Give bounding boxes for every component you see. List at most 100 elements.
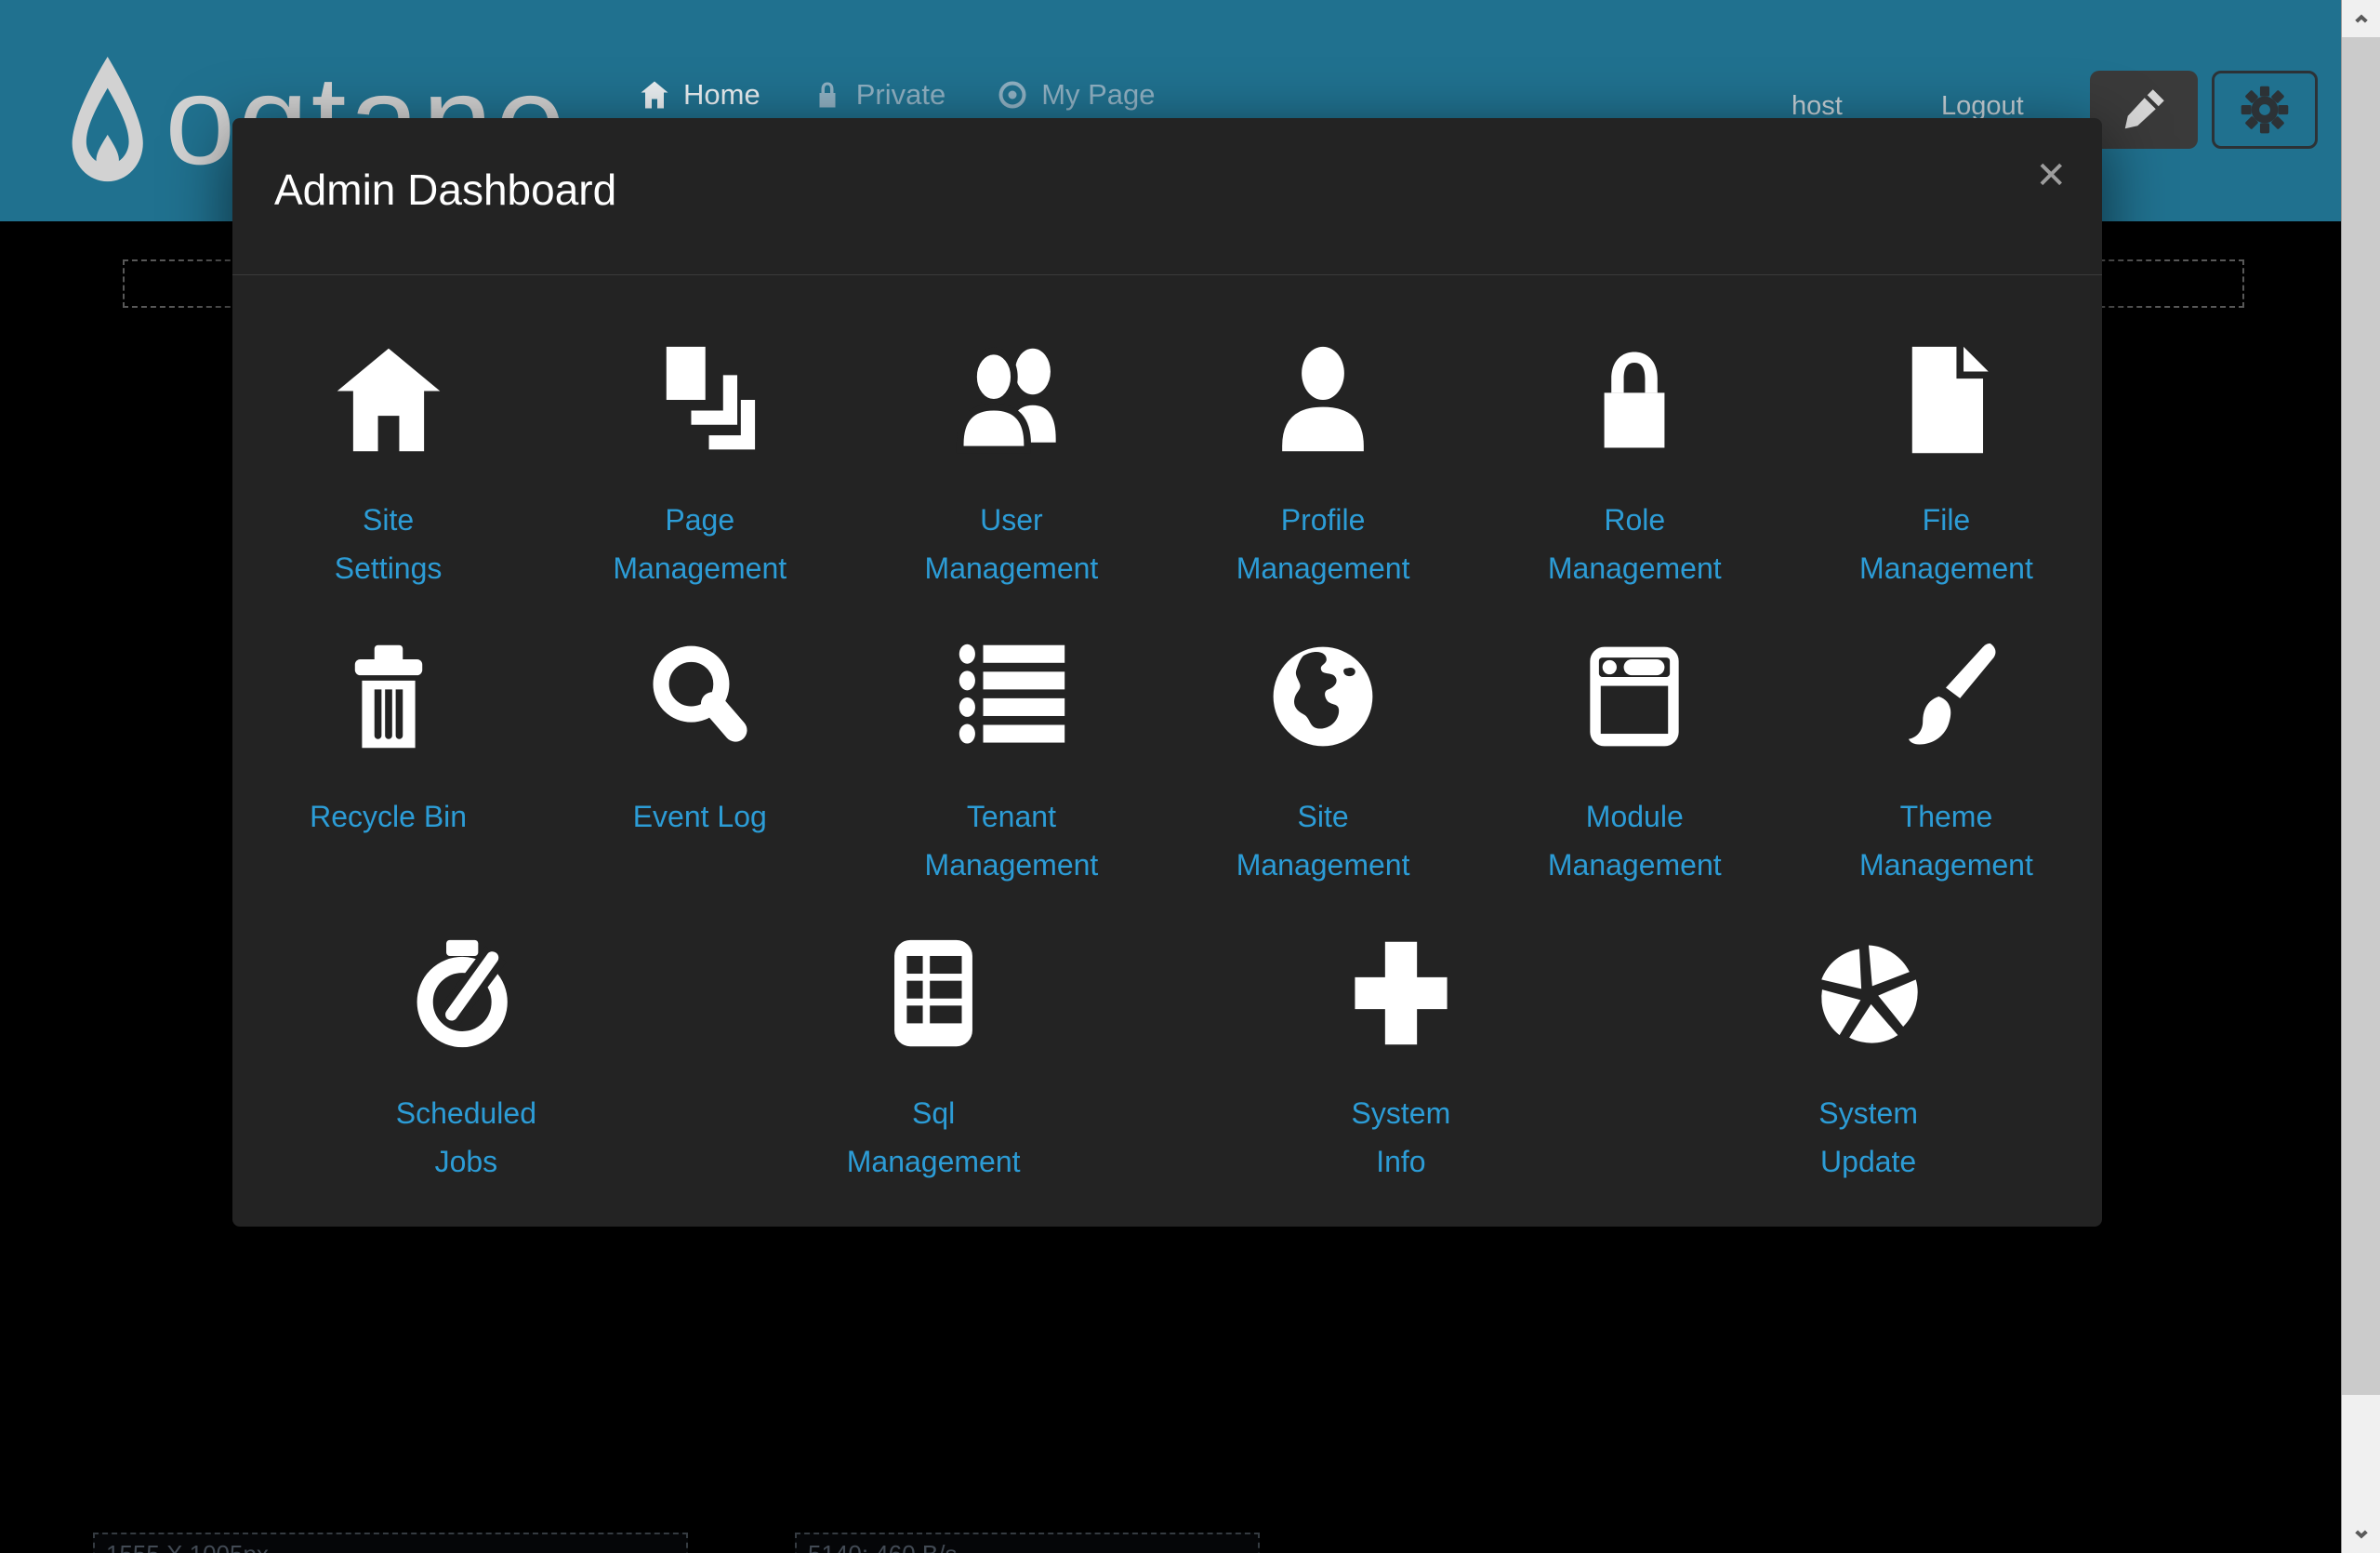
tile-label-line: Site bbox=[335, 496, 443, 544]
tile-label-line: Site bbox=[1236, 792, 1410, 841]
tile-label-line: Profile bbox=[1236, 496, 1410, 544]
pages-icon bbox=[643, 340, 757, 457]
tile-row: ScheduledJobsSqlManagementSystemInfoSyst… bbox=[232, 934, 2102, 1230]
tile-label-line: Sql bbox=[847, 1089, 1021, 1137]
globe-icon bbox=[1266, 637, 1380, 753]
tile-label: SqlManagement bbox=[847, 1089, 1021, 1186]
tile-label: FileManagement bbox=[1859, 496, 2033, 592]
nav-label: Private bbox=[856, 78, 945, 112]
page-settings-button[interactable] bbox=[2212, 71, 2318, 149]
tile-label: ProfileManagement bbox=[1236, 496, 1410, 592]
tile-system-update[interactable]: SystemUpdate bbox=[1634, 934, 2102, 1230]
tile-page-management[interactable]: PageManagement bbox=[544, 340, 855, 637]
tile-label: SiteManagement bbox=[1236, 792, 1410, 889]
chevron-up-icon bbox=[2353, 10, 2370, 27]
close-icon[interactable]: ✕ bbox=[2035, 157, 2067, 194]
nav-item-my-page[interactable]: My Page bbox=[998, 78, 1155, 112]
list-icon bbox=[955, 637, 1068, 753]
lock-icon bbox=[813, 80, 842, 110]
tile-label: SystemUpdate bbox=[1818, 1089, 1918, 1186]
modal-header: Admin Dashboard ✕ bbox=[232, 118, 2102, 275]
water-drop-icon bbox=[65, 54, 150, 203]
tile-label-line: Info bbox=[1352, 1137, 1451, 1186]
nav-label: My Page bbox=[1041, 78, 1155, 112]
tile-label: RoleManagement bbox=[1548, 496, 1722, 592]
tile-scheduled-jobs[interactable]: ScheduledJobs bbox=[232, 934, 700, 1230]
scroll-up-button[interactable] bbox=[2342, 0, 2380, 37]
home-icon bbox=[332, 340, 445, 457]
browser-icon bbox=[1578, 637, 1691, 753]
tile-label: ScheduledJobs bbox=[396, 1089, 536, 1186]
tile-label-line: Jobs bbox=[396, 1137, 536, 1186]
tile-profile-management[interactable]: ProfileManagement bbox=[1168, 340, 1479, 637]
tile-label-line: File bbox=[1859, 496, 2033, 544]
spreadsheet-icon bbox=[877, 934, 990, 1050]
tile-theme-management[interactable]: ThemeManagement bbox=[1791, 637, 2102, 934]
brush-icon bbox=[1889, 637, 2003, 753]
tile-label-line: Settings bbox=[335, 544, 443, 592]
people-icon bbox=[955, 340, 1068, 457]
main-nav: Home Private My Page bbox=[640, 78, 1156, 112]
aperture-icon bbox=[1812, 934, 1925, 1050]
viewport-size-text: 1555 X 1005px bbox=[106, 1540, 269, 1553]
tile-row: Recycle Bin Event Log TenantManagement Site… bbox=[232, 637, 2102, 934]
edit-mode-button[interactable] bbox=[2090, 71, 2198, 149]
tile-user-management[interactable]: UserManagement bbox=[855, 340, 1167, 637]
tile-label: SiteSettings bbox=[335, 496, 443, 592]
scrollbar-thumb[interactable] bbox=[2342, 37, 2380, 1395]
nav-item-private[interactable]: Private bbox=[813, 78, 945, 112]
gear-icon bbox=[2240, 85, 2290, 135]
tile-label: UserManagement bbox=[925, 496, 1099, 592]
home-icon bbox=[640, 80, 669, 110]
nav-label: Home bbox=[683, 78, 760, 112]
tile-label: ThemeManagement bbox=[1859, 792, 2033, 889]
tile-label-line: Theme bbox=[1859, 792, 2033, 841]
timer-icon bbox=[409, 934, 522, 1050]
network-speed-text: 5140: 460 B/s bbox=[808, 1540, 957, 1553]
tile-system-info[interactable]: SystemInfo bbox=[1168, 934, 1635, 1230]
tile-label-line: Management bbox=[847, 1137, 1021, 1186]
lock-icon bbox=[1578, 340, 1691, 457]
scroll-down-button[interactable] bbox=[2342, 1516, 2380, 1553]
tile-site-settings[interactable]: SiteSettings bbox=[232, 340, 544, 637]
target-icon bbox=[998, 80, 1027, 110]
tile-event-log[interactable]: Event Log bbox=[544, 637, 855, 934]
tile-label: PageManagement bbox=[613, 496, 787, 592]
tile-label-line: Management bbox=[925, 841, 1099, 889]
vertical-scrollbar[interactable] bbox=[2341, 0, 2380, 1553]
pencil-icon bbox=[2122, 87, 2166, 132]
tile-label-line: Management bbox=[613, 544, 787, 592]
tile-label-line: Management bbox=[1859, 841, 2033, 889]
tile-label-line: Management bbox=[925, 544, 1099, 592]
trash-icon bbox=[332, 637, 445, 753]
tile-label: ModuleManagement bbox=[1548, 792, 1722, 889]
tile-label-line: Module bbox=[1548, 792, 1722, 841]
tile-file-management[interactable]: FileManagement bbox=[1791, 340, 2102, 637]
tile-recycle-bin[interactable]: Recycle Bin bbox=[232, 637, 544, 934]
tile-label-line: Event Log bbox=[633, 792, 767, 841]
magnifier-icon bbox=[643, 637, 757, 753]
plus-icon bbox=[1344, 934, 1458, 1050]
tile-module-management[interactable]: ModuleManagement bbox=[1479, 637, 1791, 934]
tile-label: TenantManagement bbox=[925, 792, 1099, 889]
tile-label-line: Role bbox=[1548, 496, 1722, 544]
chevron-down-icon bbox=[2353, 1526, 2370, 1543]
file-icon bbox=[1889, 340, 2003, 457]
tile-label-line: Management bbox=[1548, 841, 1722, 889]
admin-tile-grid: SiteSettingsPageManagementUserManagement… bbox=[232, 275, 2102, 1230]
tile-label-line: User bbox=[925, 496, 1099, 544]
network-speed-indicator: 5140: 460 B/s bbox=[795, 1533, 1260, 1553]
tile-role-management[interactable]: RoleManagement bbox=[1479, 340, 1791, 637]
person-icon bbox=[1266, 340, 1380, 457]
tile-label-line: Management bbox=[1859, 544, 2033, 592]
tile-site-management[interactable]: SiteManagement bbox=[1168, 637, 1479, 934]
nav-item-home[interactable]: Home bbox=[640, 78, 760, 112]
tile-label: Recycle Bin bbox=[310, 792, 467, 841]
tile-label-line: Management bbox=[1236, 841, 1410, 889]
tile-label-line: Scheduled bbox=[396, 1089, 536, 1137]
tile-tenant-management[interactable]: TenantManagement bbox=[855, 637, 1167, 934]
tile-label: SystemInfo bbox=[1352, 1089, 1451, 1186]
modal-title: Admin Dashboard bbox=[274, 165, 616, 215]
tile-sql-management[interactable]: SqlManagement bbox=[700, 934, 1168, 1230]
tile-label-line: System bbox=[1818, 1089, 1918, 1137]
